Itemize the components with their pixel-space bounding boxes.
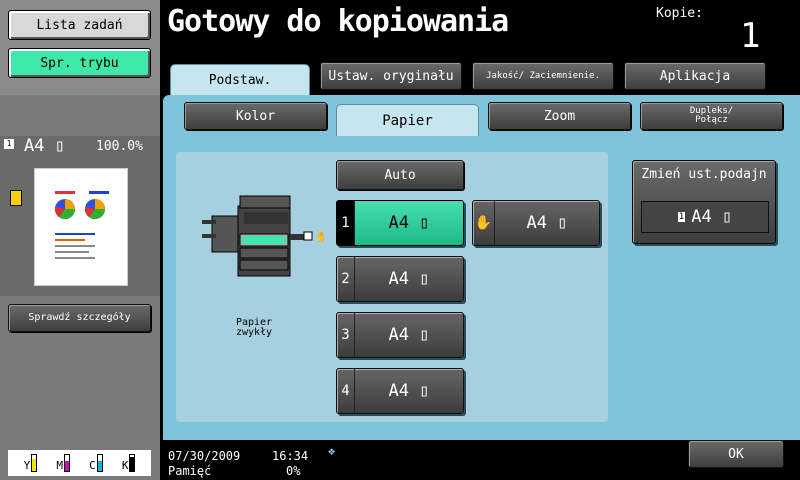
preview-panel: 1 A4 ▯ 100.0%: [0, 136, 160, 296]
memory-value: 0%: [286, 464, 301, 478]
mode-check-button[interactable]: Spr. trybu: [8, 48, 151, 78]
tab-original-settings[interactable]: Ustaw. oryginału: [320, 62, 462, 90]
portrait-icon: ▯: [557, 213, 568, 233]
status-time: 16:34: [272, 449, 309, 463]
bypass-tray-button[interactable]: ✋ A4 ▯: [472, 200, 600, 246]
auto-paper-button[interactable]: Auto: [336, 160, 464, 190]
left-sidebar: Lista zadań Spr. trybu 1 A4 ▯ 100.0% Spr…: [0, 0, 160, 480]
toner-k: K: [122, 454, 136, 472]
portrait-icon: ▯: [54, 136, 65, 156]
portrait-icon: ▯: [721, 207, 733, 227]
copies-count[interactable]: 1: [740, 16, 760, 56]
portrait-icon: ▯: [419, 213, 430, 233]
portrait-icon: ▯: [419, 325, 430, 345]
tray-2-button[interactable]: 2 A4 ▯: [336, 256, 464, 302]
tray-1-button[interactable]: 1 A4 ▯: [336, 200, 464, 246]
toner-levels: Y M C K: [8, 450, 151, 476]
tab-application[interactable]: Aplikacja: [624, 62, 766, 90]
current-tray-setting: 1 A4 ▯: [641, 201, 769, 233]
toner-c: C: [89, 454, 103, 472]
job-list-button[interactable]: Lista zadań: [8, 10, 151, 40]
svg-text:✋: ✋: [315, 230, 324, 243]
tray-icon: 1: [4, 139, 14, 149]
hand-icon: ✋: [473, 201, 495, 245]
tray-4-button[interactable]: 4 A4 ▯: [336, 368, 464, 414]
subtab-paper[interactable]: Papier: [336, 104, 479, 136]
toner-y: Y: [24, 454, 38, 472]
preview-thumbnail-icon: [54, 191, 109, 259]
memory-label: Pamięć: [168, 464, 212, 478]
tab-basic[interactable]: Podstaw.: [170, 64, 310, 96]
network-icon: ❖: [328, 444, 336, 458]
change-tray-setting-button[interactable]: Zmień ust.podajn 1 A4 ▯: [632, 160, 776, 244]
ok-button[interactable]: OK: [688, 440, 784, 468]
portrait-icon: ▯: [419, 381, 430, 401]
preview-paper-size: A4 ▯: [24, 136, 65, 156]
check-details-button[interactable]: Sprawdź szczegóły: [8, 304, 151, 332]
copies-label: Kopie:: [656, 6, 703, 21]
subtab-duplex-combine[interactable]: Dupleks/ Połącz: [640, 102, 783, 130]
tray-3-button[interactable]: 3 A4 ▯: [336, 312, 464, 358]
preview-zoom: 100.0%: [96, 139, 143, 154]
subtab-color[interactable]: Kolor: [184, 102, 327, 130]
copy-stack-icon: [10, 190, 22, 206]
paper-type-label: Papier zwykły: [235, 317, 273, 338]
status-date: 07/30/2009: [168, 449, 241, 463]
page-preview: [34, 168, 128, 286]
portrait-icon: ▯: [419, 269, 430, 289]
toner-m: M: [56, 454, 70, 472]
subtab-zoom[interactable]: Zoom: [488, 102, 631, 130]
page-title: Gotowy do kopiowania: [167, 4, 509, 39]
tab-quality-density[interactable]: Jakość/ Zaciemnienie.: [472, 62, 614, 90]
copier-machine-icon: ✋: [202, 195, 324, 277]
